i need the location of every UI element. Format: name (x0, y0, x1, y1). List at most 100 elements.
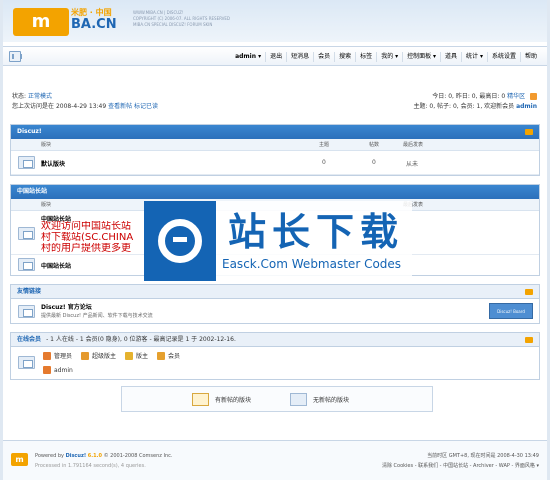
group-label: 超级版主 (92, 353, 117, 360)
last-visit-time: 2008-4-29 13:49 (55, 103, 107, 110)
member-icon (157, 351, 166, 360)
category-title: 中国站长站 (17, 188, 48, 195)
admin-icon (43, 351, 51, 360)
today-stats-line: 今日: 0, 昨日: 0, 最高日: 0 精华区 (277, 92, 537, 102)
status-right: 今日: 0, 昨日: 0, 最高日: 0 精华区 主题: 0, 帖子: 0, 会… (277, 92, 537, 112)
nav-stats[interactable]: 统计 ▾ (461, 51, 487, 62)
nav-messages[interactable]: 短消息 (286, 51, 313, 62)
powered-line: Powered by Discuz! 6.1.0 © 2001-2008 Com… (35, 451, 172, 461)
forum-post-count: 0 (372, 159, 376, 166)
friend-links: 友情链接 Discuz! 官方论坛 提供最新 Discuz! 产品新闻、软件下载… (10, 284, 540, 324)
discuz-link[interactable]: Discuz! (66, 453, 87, 459)
category-header[interactable]: 中国站长站 (11, 185, 539, 199)
nav-admin-settings[interactable]: 系统设置 (486, 51, 520, 62)
moderator-icon (125, 351, 134, 360)
watermark-ring (158, 219, 202, 263)
group-legend: 管理员 超级版主 版主 会员 (43, 351, 189, 360)
digest-link[interactable]: 精华区 (507, 93, 525, 100)
nav-magic[interactable]: 道具 (440, 51, 461, 62)
group-label: 管理员 (54, 353, 73, 360)
online-user[interactable]: admin (43, 366, 73, 374)
online-user-list: admin (43, 366, 82, 374)
col-forum: 版块 (41, 202, 52, 208)
site-footer: m Powered by Discuz! 6.1.0 © 2001-2008 C… (3, 440, 547, 480)
mark-read-link[interactable]: 标记已读 (134, 103, 158, 110)
links-header[interactable]: 友情链接 (11, 285, 539, 299)
footer-links[interactable]: 清除 Cookies - 联系我们 - 中国站长站 - Archiver - W… (382, 461, 539, 471)
mode-switch-link[interactable]: 正常模式 (28, 93, 52, 100)
category-header[interactable]: Discuz! (11, 125, 539, 139)
powered-label: Powered by (35, 453, 64, 459)
col-forum: 版块 (41, 142, 52, 148)
online-summary: - 1 人在线 - 1 会员(0 隐身), 0 位游客 - 最高记录是 1 于 … (46, 336, 236, 343)
footer-right: 当前时区 GMT+8, 现在时间是 2008-4-30 13:49 清除 Coo… (382, 451, 539, 471)
forum-status-icon (18, 258, 35, 271)
no-new-posts-icon (290, 393, 307, 406)
nav-tags[interactable]: 标签 (355, 51, 376, 62)
forum-name-link[interactable]: 中国站长站 (41, 261, 71, 270)
nav-help[interactable]: 帮助 (519, 51, 541, 62)
footer-left: Powered by Discuz! 6.1.0 © 2001-2008 Com… (35, 451, 172, 471)
new-posts-icon (192, 393, 209, 406)
links-title: 友情链接 (17, 288, 42, 295)
online-body: 管理员 超级版主 版主 会员 admin (11, 347, 539, 380)
main-navbar: admin ▾ 退出 短消息 会员 搜索 标签 我的 ▾ 控制面板 ▾ 道具 统… (3, 46, 547, 66)
watermark-title: 站长下载 (228, 210, 405, 254)
watermark-subtitle: Easck.Com Webmaster Codes (222, 257, 402, 271)
rss-icon[interactable] (530, 93, 537, 100)
today-stats: 今日: 0, 昨日: 0, 最高日: 0 (432, 93, 506, 100)
collapse-icon[interactable] (525, 337, 533, 343)
super-moderator-icon (81, 351, 90, 360)
logo-text: 米肥 · 中国 BA.CN (71, 9, 127, 35)
last-visit-line: 您上次访问是在 2008-4-29 13:49 查看新帖 标记已读 (12, 102, 272, 112)
category-title: Discuz! (17, 128, 42, 135)
forum-name-link[interactable]: 默认版块 (41, 159, 65, 168)
logo-en-text: BA.CN (71, 17, 117, 32)
link-name[interactable]: Discuz! 官方论坛 (41, 302, 92, 311)
online-header[interactable]: 在线会员 - 1 人在线 - 1 会员(0 隐身), 0 位游客 - 最高记录是… (11, 333, 539, 347)
forum-last-post: 从未 (406, 161, 419, 168)
online-title: 在线会员 (17, 336, 42, 343)
link-icon (18, 305, 35, 318)
site-logo[interactable]: m (13, 8, 69, 36)
forum-description: 村的用户提供更多更 (41, 243, 131, 254)
last-visit-label: 您上次访问是在 (12, 103, 55, 110)
site-header: m 米肥 · 中国 BA.CN WWW.MIBA.CN | DISCUZ! CO… (3, 0, 547, 42)
nav-search[interactable]: 搜索 (334, 51, 355, 62)
forum-thread-count: 0 (322, 159, 326, 166)
legend-new-posts: 有新帖的版块 (192, 393, 251, 406)
legend-label: 有新帖的版块 (215, 397, 252, 404)
totals-line: 主题: 0, 帖子: 0, 会员: 1, 欢迎新会员 admin (277, 102, 537, 112)
watermark-logo-icon (144, 201, 216, 281)
column-header: 版块 主题 帖数 最后发表 (11, 139, 539, 151)
nav-members[interactable]: 会员 (313, 51, 334, 62)
nav-control-panel[interactable]: 控制面板 ▾ (402, 51, 440, 62)
col-last-post: 最后发表 (403, 142, 424, 148)
view-new-posts-link[interactable]: 查看新帖 (108, 103, 132, 110)
category-discuz: Discuz! 版块 主题 帖数 最后发表 默认版块 0 0 从未 (10, 124, 540, 176)
copy-line: MIBA.CN SPECIAL DISCUZ! FORUM SKIN (133, 22, 213, 27)
forum-home-icon[interactable] (9, 51, 22, 62)
watermark-overlay: 站长下载 Easck.Com Webmaster Codes (144, 201, 412, 281)
nav-my-menu[interactable]: 我的 ▾ (376, 51, 402, 62)
group-label: 版主 (136, 353, 149, 360)
footer-logo[interactable]: m (11, 453, 28, 466)
collapse-icon[interactable] (525, 129, 533, 135)
header-copyright: WWW.MIBA.CN | DISCUZ! COPYRIGHT (C) 2006… (133, 10, 253, 34)
processed-line: Processed in 1.791164 second(s), 4 queri… (35, 463, 146, 469)
group-super-mod: 超级版主 (81, 351, 116, 360)
nav-logout[interactable]: 退出 (265, 51, 286, 62)
new-member-link[interactable]: admin (516, 103, 537, 110)
col-posts: 帖数 (369, 142, 380, 148)
copyright-label: © 2001-2008 Comsenz Inc. (103, 453, 173, 459)
legend-no-new-posts: 无新帖的版块 (290, 393, 349, 406)
forum-status-icon (18, 156, 35, 169)
collapse-icon[interactable] (525, 289, 533, 295)
nav-user-menu[interactable]: admin ▾ (231, 52, 265, 62)
group-member: 会员 (157, 351, 180, 360)
logo-mark: m (31, 11, 51, 32)
status-left: 状态: 正常模式 您上次访问是在 2008-4-29 13:49 查看新帖 标记… (12, 92, 272, 112)
forum-icon-legend: 有新帖的版块 无新帖的版块 (121, 386, 433, 412)
partner-banner[interactable]: Discuz! Board (489, 303, 533, 319)
link-description: 提供最新 Discuz! 产品新闻、软件下载与技术交流 (41, 313, 153, 319)
